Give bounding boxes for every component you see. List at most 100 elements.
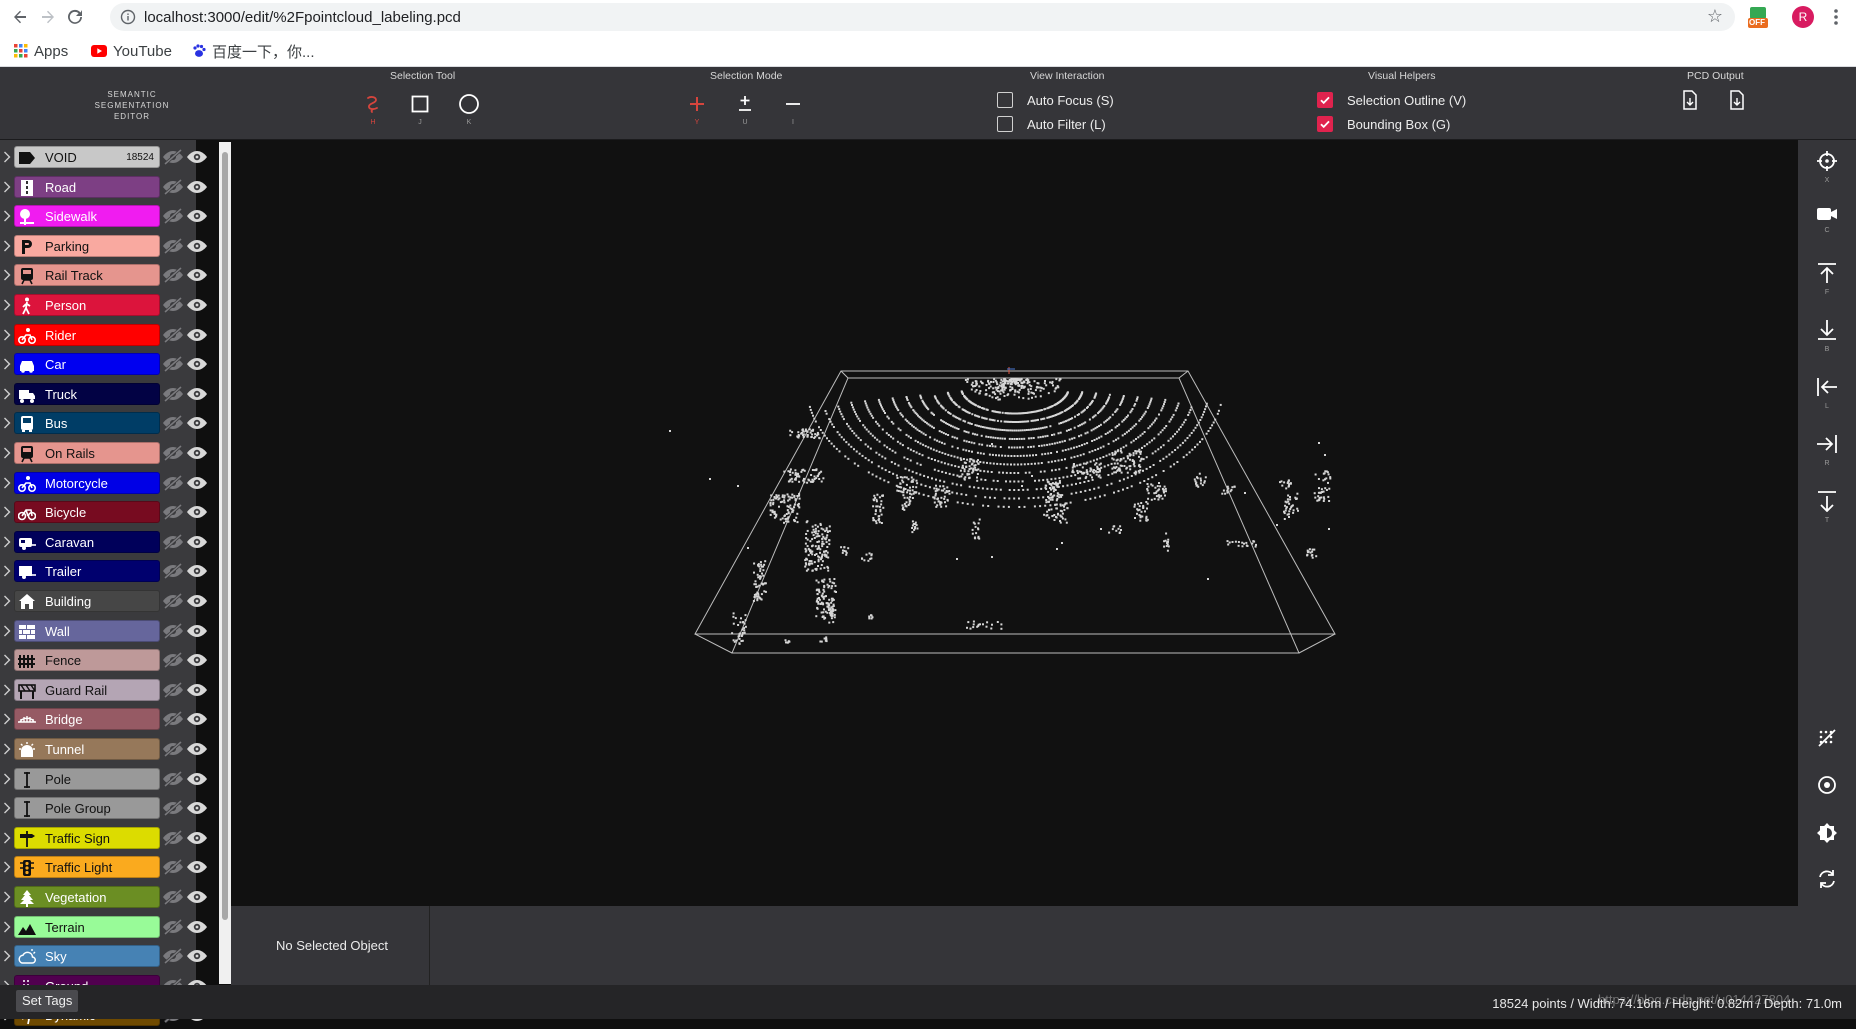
show-label-button[interactable] [186, 296, 208, 314]
expand-chevron-icon[interactable] [3, 921, 11, 933]
front-view-button[interactable]: F [1809, 262, 1845, 308]
label-chip[interactable]: Rider [14, 323, 160, 346]
label-row-guard-rail[interactable]: Guard Rail [0, 676, 207, 704]
point-cloud-viewport[interactable] [231, 140, 1798, 906]
label-row-pole-group[interactable]: Pole Group [0, 794, 207, 822]
expand-chevron-icon[interactable] [3, 625, 11, 637]
label-chip[interactable]: Rail Track [14, 264, 160, 287]
label-row-traffic-light[interactable]: Traffic Light [0, 853, 207, 881]
camera-view-button[interactable]: C [1809, 206, 1845, 252]
label-row-person[interactable]: Person [0, 291, 207, 319]
sync-button[interactable] [1809, 868, 1845, 914]
sidebar-scrollbar-thumb[interactable] [222, 152, 228, 920]
label-row-caravan[interactable]: Caravan [0, 528, 207, 556]
center-target-button[interactable] [1809, 774, 1845, 820]
label-chip[interactable]: Traffic Light [14, 856, 160, 879]
hide-label-button[interactable] [162, 503, 184, 521]
forward-button[interactable] [35, 4, 61, 30]
bookmark-star-icon[interactable]: ☆ [1707, 6, 1723, 27]
hide-label-button[interactable] [162, 148, 184, 166]
label-row-sidewalk[interactable]: Sidewalk [0, 202, 207, 230]
show-label-button[interactable] [186, 355, 208, 373]
show-label-button[interactable] [186, 266, 208, 284]
show-label-button[interactable] [186, 888, 208, 906]
label-row-tunnel[interactable]: Tunnel [0, 735, 207, 763]
auto-focus-toggle[interactable]: Auto Focus (S) [997, 92, 1114, 108]
label-row-bicycle[interactable]: Bicycle [0, 498, 207, 526]
label-row-road[interactable]: Road [0, 173, 207, 201]
auto-filter-toggle[interactable]: Auto Filter (L) [997, 116, 1106, 132]
checkbox[interactable] [1317, 116, 1333, 132]
bounding-box-toggle[interactable]: Bounding Box (G) [1317, 116, 1450, 132]
hide-label-button[interactable] [162, 592, 184, 610]
set-tags-button[interactable]: Set Tags [16, 990, 79, 1012]
hide-label-button[interactable] [162, 829, 184, 847]
download-pcd-button[interactable] [1722, 87, 1752, 127]
hide-label-button[interactable] [162, 740, 184, 758]
label-chip[interactable]: Truck [14, 382, 160, 405]
label-row-on-rails[interactable]: On Rails [0, 439, 207, 467]
expand-chevron-icon[interactable] [3, 388, 11, 400]
expand-chevron-icon[interactable] [3, 891, 11, 903]
lasso-tool-button[interactable]: H [358, 91, 388, 131]
hide-label-button[interactable] [162, 237, 184, 255]
expand-chevron-icon[interactable] [3, 417, 11, 429]
label-row-fence[interactable]: Fence [0, 646, 207, 674]
hide-label-button[interactable] [162, 622, 184, 640]
label-chip[interactable]: Vegetation [14, 886, 160, 908]
hide-label-button[interactable] [162, 888, 184, 906]
hide-label-button[interactable] [162, 562, 184, 580]
avatar[interactable]: R [1792, 6, 1814, 28]
expand-chevron-icon[interactable] [3, 329, 11, 341]
hide-label-button[interactable] [162, 947, 184, 965]
label-row-pole[interactable]: Pole [0, 765, 207, 793]
label-chip[interactable]: Trailer [14, 560, 160, 583]
show-label-button[interactable] [186, 237, 208, 255]
label-chip[interactable]: Car [14, 353, 160, 376]
label-row-void[interactable]: VOID 18524 [0, 143, 207, 171]
bookmark-apps[interactable]: Apps [14, 40, 68, 62]
label-row-wall[interactable]: Wall [0, 617, 207, 645]
bookmark-baidu[interactable]: 百度一下，你... [192, 40, 315, 62]
label-row-parking[interactable]: Parking [0, 232, 207, 260]
label-chip[interactable]: Wall [14, 619, 160, 642]
label-chip[interactable]: On Rails [14, 442, 160, 464]
show-label-button[interactable] [186, 444, 208, 462]
subtract-mode-button[interactable]: I [778, 91, 808, 131]
expand-chevron-icon[interactable] [3, 536, 11, 548]
info-icon[interactable] [120, 9, 136, 30]
expand-chevron-icon[interactable] [3, 151, 11, 163]
export-pcd-button[interactable] [1675, 87, 1705, 127]
label-chip[interactable]: Traffic Sign [14, 826, 160, 849]
label-chip[interactable]: Sidewalk [14, 205, 160, 228]
focus-view-button[interactable]: X [1809, 150, 1845, 196]
point-cloud-canvas[interactable] [231, 140, 1798, 906]
show-label-button[interactable] [186, 799, 208, 817]
show-label-button[interactable] [186, 740, 208, 758]
label-chip[interactable]: Parking [14, 234, 160, 257]
label-chip[interactable]: Bridge [14, 708, 160, 731]
show-label-button[interactable] [186, 414, 208, 432]
label-chip[interactable]: Guard Rail [14, 678, 160, 701]
reload-button[interactable] [62, 4, 88, 30]
show-label-button[interactable] [186, 592, 208, 610]
label-chip[interactable]: Terrain [14, 915, 160, 938]
show-label-button[interactable] [186, 829, 208, 847]
expand-chevron-icon[interactable] [3, 802, 11, 814]
hide-label-button[interactable] [162, 474, 184, 492]
label-row-car[interactable]: Car [0, 350, 207, 378]
label-row-building[interactable]: Building [0, 587, 207, 615]
show-label-button[interactable] [186, 326, 208, 344]
right-view-button[interactable]: R [1809, 433, 1845, 479]
hide-label-button[interactable] [162, 178, 184, 196]
expand-chevron-icon[interactable] [3, 210, 11, 222]
show-label-button[interactable] [186, 207, 208, 225]
label-row-bus[interactable]: Bus [0, 409, 207, 437]
expand-chevron-icon[interactable] [3, 684, 11, 696]
brightness-button[interactable] [1809, 822, 1845, 868]
label-chip[interactable]: Motorcycle [14, 471, 160, 494]
show-label-button[interactable] [186, 947, 208, 965]
show-label-button[interactable] [186, 918, 208, 936]
label-chip[interactable]: Bus [14, 412, 160, 435]
label-row-sky[interactable]: Sky [0, 942, 207, 970]
